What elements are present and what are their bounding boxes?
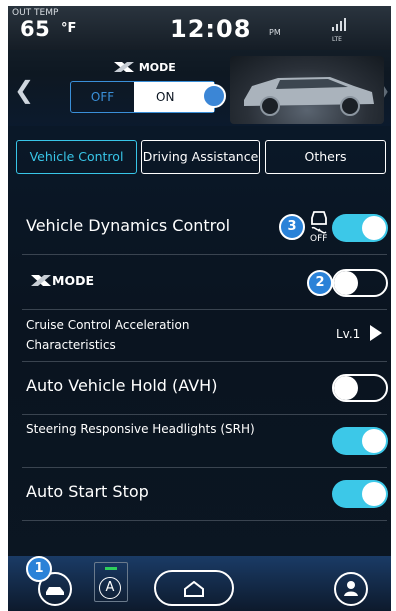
setting-row-steering-responsive-headlights: Steering Responsive Headlights (SRH) [22,415,388,468]
x-mode-toggle[interactable] [332,269,388,297]
setting-row-x-mode: MODE 2 [22,255,388,310]
steering-responsive-headlights-toggle[interactable] [332,427,388,455]
setting-row-auto-vehicle-hold: Auto Vehicle Hold (AVH) [22,362,388,415]
clock-ampm: PM [269,28,281,37]
settings-tabs: Vehicle Control Driving Assistance Other… [16,140,386,174]
auto-vehicle-hold-toggle[interactable] [332,374,388,402]
auto-start-stop-toggle[interactable] [332,480,388,508]
setting-row-vehicle-dynamics-control: Vehicle Dynamics Control 3 OFF [22,202,388,255]
drive-assist-icon[interactable]: A [94,562,128,602]
out-temp-value: 65 [20,17,51,41]
vehicle-dynamics-control-label: Vehicle Dynamics Control [26,216,231,235]
x-logo-icon [31,275,51,286]
previous-widget-chevron-icon[interactable]: ❮ [14,78,34,102]
cruise-control-acceleration-label: Cruise Control Acceleration Characterist… [26,318,190,352]
xmode-on-label: ON [156,90,175,104]
vdc-off-icon: OFF [307,208,331,248]
profile-icon[interactable] [334,572,368,606]
xmode-toggle-knob [202,84,226,108]
xmode-on-option[interactable]: ON [134,82,226,112]
tab-driving-assistance[interactable]: Driving Assistance [141,140,260,174]
x-mode-widget-panel: OUT TEMP 65 °F 12:08 PM LTE ❮ ❯ MODE OFF… [8,6,391,130]
auto-vehicle-hold-label: Auto Vehicle Hold (AVH) [26,376,218,395]
home-icon[interactable] [154,570,234,606]
setting-row-auto-start-stop: Auto Start Stop [22,468,388,521]
xmode-off-option[interactable]: OFF [71,82,134,112]
play-arrow-icon[interactable] [370,325,382,345]
steering-responsive-headlights-label: Steering Responsive Headlights (SRH) [26,422,255,436]
out-temp-unit: °F [61,21,77,36]
tab-others[interactable]: Others [265,140,386,174]
setting-row-cruise-control-acceleration[interactable]: Cruise Control Acceleration Characterist… [22,310,387,362]
clock: 12:08 [170,15,252,43]
vehicle-silhouette-icon [244,77,374,116]
xmode-on-off-toggle[interactable]: OFF ON [70,81,226,113]
callout-badge-2: 2 [307,270,333,296]
status-bar: OUT TEMP 65 °F 12:08 PM LTE [8,6,391,50]
vehicle-dynamics-control-toggle[interactable] [332,214,388,242]
callout-badge-1: 1 [26,556,52,582]
auto-start-stop-label: Auto Start Stop [26,482,149,501]
signal-strength-icon [332,18,346,37]
settings-panel: Vehicle Control Driving Assistance Other… [8,126,391,611]
callout-badge-3: 3 [279,214,305,240]
xmode-widget-title-text: MODE [138,61,176,74]
tab-vehicle-control[interactable]: Vehicle Control [16,140,137,174]
network-type: LTE [332,36,342,43]
x-mode-label: MODE [30,273,94,288]
x-logo-icon [114,62,134,72]
xmode-widget-title: MODE [113,61,176,74]
x-mode-label-text: MODE [52,273,94,288]
bottom-navigation-bar: 1 A [8,556,391,611]
drive-assist-letter: A [99,577,121,599]
vehicle-image [230,56,384,124]
cruise-control-acceleration-value: Lv.1 [336,327,361,341]
widget-page-indicator [173,120,243,123]
vdc-off-icon-text: OFF [310,234,328,244]
